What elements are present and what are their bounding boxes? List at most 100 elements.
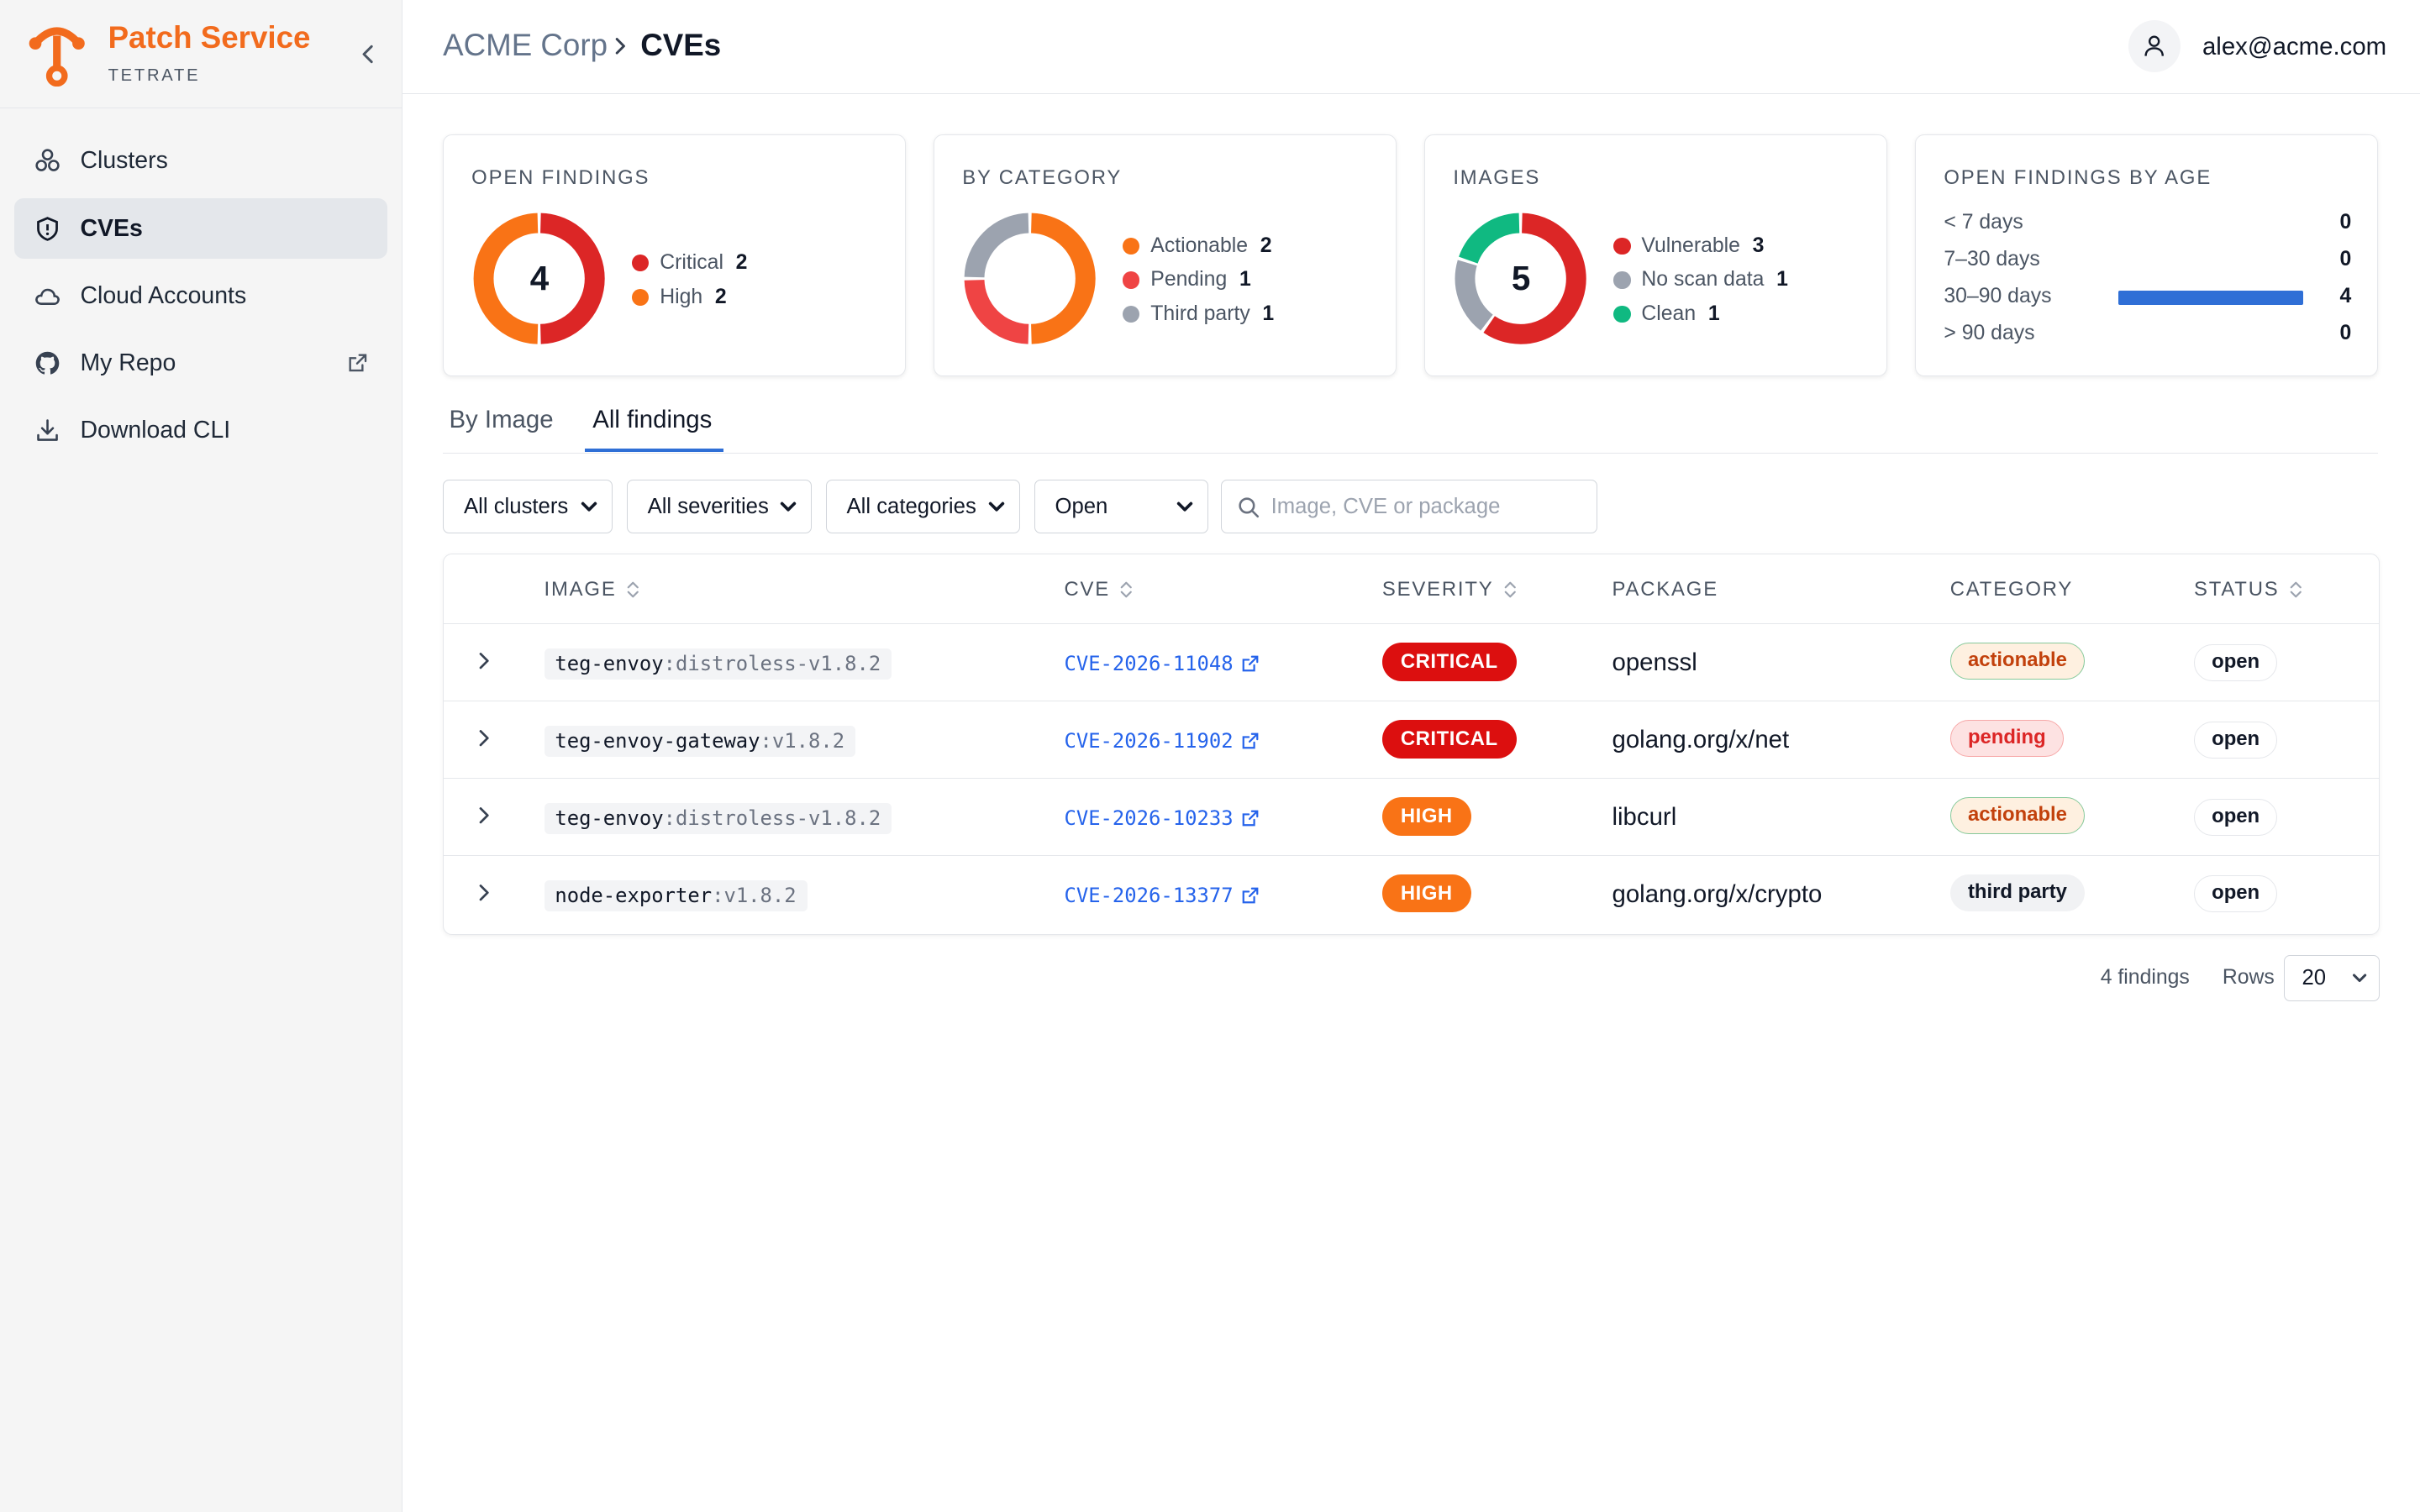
image-tag: :v1.8.2 [760, 729, 845, 753]
cve-link[interactable]: CVE-2026-13377 [1064, 884, 1259, 907]
donut-segment-actionable [1031, 213, 1097, 344]
legend-count: 3 [1752, 234, 1765, 258]
cve-link[interactable]: CVE-2026-11902 [1064, 729, 1259, 753]
category-badge: pending [1949, 719, 2064, 757]
sidebar: Patch Service TETRATE Clusters CVEs Clou… [0, 0, 403, 1512]
sidebar-item-label: Clusters [80, 147, 168, 175]
app-root: Patch Service TETRATE Clusters CVEs Clou… [0, 0, 2420, 1512]
legend-count: 2 [735, 251, 748, 275]
select-value: Open [1055, 494, 1108, 518]
images-legend: Vulnerable 3 No scan data 1 Clean 1 [1613, 229, 1788, 331]
sidebar-item-my-repo[interactable]: My Repo [14, 333, 387, 394]
sidebar-nav: Clusters CVEs Cloud Accounts My Repo Dow… [13, 131, 387, 468]
breadcrumb-parent[interactable]: ACME Corp [443, 28, 608, 63]
package-name: golang.org/x/crypto [1612, 879, 1823, 908]
table-row: teg-envoy:distroless-v1.8.2 CVE-2026-110… [444, 624, 2380, 701]
collapse-sidebar-icon[interactable] [355, 40, 382, 68]
chevron-down-icon [1176, 501, 1192, 512]
age-count: 0 [2339, 322, 2352, 345]
column-label: CVE [1064, 577, 1111, 601]
donut-total: 5 [1511, 259, 1531, 298]
user-icon [2144, 35, 2165, 57]
category-filter-select[interactable]: All categories [825, 480, 1021, 534]
search-input[interactable] [1270, 494, 1580, 519]
shield-icon [34, 215, 61, 243]
expand-row-icon[interactable] [471, 880, 496, 905]
chevron-down-icon [988, 501, 1004, 512]
sidebar-item-cves[interactable]: CVEs [13, 198, 387, 259]
search-icon [1239, 496, 1260, 517]
status-filter-select[interactable]: Open [1034, 480, 1209, 534]
cve-id: CVE-2026-10233 [1064, 806, 1234, 830]
age-row: 30–90 days 4 [1944, 279, 2351, 316]
legend-label: Actionable [1150, 234, 1249, 258]
download-icon [34, 417, 61, 444]
image-name: teg-envoy [555, 806, 664, 831]
select-value: All categories [846, 494, 976, 518]
sort-icon[interactable] [1503, 580, 1518, 599]
cluster-filter-select[interactable]: All clusters [443, 480, 613, 534]
column-header-image[interactable]: IMAGE [544, 578, 640, 601]
age-row: > 90 days 0 [1944, 316, 2351, 353]
view-tabs: By Image All findings [443, 386, 2379, 454]
images-card: IMAGES 5 Vulnerable 3 No scan data 1 Cle… [1424, 134, 1888, 377]
column-label: CATEGORY [1949, 577, 2074, 601]
legend-item: Critical 2 [632, 246, 747, 280]
column-header-cve[interactable]: CVE [1064, 578, 1133, 601]
legend-dot [1123, 305, 1140, 323]
legend-item: High 2 [632, 280, 747, 313]
open-findings-card: OPEN FINDINGS 4 Critical 2 High 2 [443, 134, 907, 377]
card-title: BY CATEGORY [962, 165, 1123, 189]
sort-icon[interactable] [2289, 580, 2303, 599]
card-title: OPEN FINDINGS [471, 165, 650, 189]
legend-count: 1 [1262, 302, 1275, 325]
cve-id: CVE-2026-13377 [1064, 883, 1234, 907]
cve-link[interactable]: CVE-2026-11048 [1064, 652, 1259, 675]
expand-row-icon[interactable] [471, 803, 496, 827]
brand-subtitle: TETRATE [108, 66, 201, 85]
sidebar-item-cloud-accounts[interactable]: Cloud Accounts [14, 266, 387, 327]
rows-per-page-select[interactable]: 20 [2284, 954, 2381, 1001]
user-email[interactable]: alex@acme.com [2202, 33, 2386, 61]
status-badge: open [2193, 643, 2278, 681]
github-icon [34, 349, 61, 377]
findings-table: IMAGE CVE SEVERITY PACKAGE CATEGORY STAT… [443, 554, 2381, 936]
cve-link[interactable]: CVE-2026-10233 [1064, 806, 1259, 830]
legend-dot [1123, 237, 1140, 255]
column-label: PACKAGE [1612, 577, 1718, 601]
external-link-icon [1242, 655, 1259, 672]
sidebar-item-label: Cloud Accounts [80, 281, 247, 309]
legend-label: No scan data [1641, 268, 1765, 291]
legend-dot [1123, 271, 1140, 289]
legend-count: 2 [1260, 234, 1272, 258]
cloud-icon [34, 282, 61, 310]
legend-item: Vulnerable 3 [1613, 229, 1788, 263]
image-reference: teg-envoy:distroless-v1.8.2 [544, 803, 892, 834]
legend-item: Clean 1 [1613, 297, 1788, 331]
sidebar-item-clusters[interactable]: Clusters [14, 131, 387, 192]
column-header-severity[interactable]: SEVERITY [1382, 578, 1517, 601]
column-label: IMAGE [544, 577, 617, 601]
card-title: IMAGES [1453, 165, 1541, 189]
by-category-donut [965, 213, 1097, 344]
external-link-icon [349, 354, 367, 372]
sidebar-item-download-cli[interactable]: Download CLI [14, 401, 387, 461]
sort-icon[interactable] [1119, 580, 1134, 599]
avatar[interactable] [2128, 19, 2181, 73]
brand-header: Patch Service TETRATE [0, 0, 402, 108]
severity-filter-select[interactable]: All severities [626, 480, 813, 534]
expand-row-icon[interactable] [471, 726, 496, 750]
select-value: All clusters [464, 494, 569, 518]
column-header-status[interactable]: STATUS [2194, 578, 2302, 601]
age-label: 30–90 days [1944, 284, 2052, 307]
age-count: 0 [2339, 210, 2352, 234]
table-row: teg-envoy:distroless-v1.8.2 CVE-2026-102… [444, 779, 2380, 856]
column-header-package: PACKAGE [1612, 578, 1718, 601]
expand-row-icon[interactable] [471, 648, 496, 673]
tab-by-image[interactable]: By Image [449, 406, 553, 434]
legend-count: 1 [1239, 268, 1251, 291]
rows-per-page-label: Rows [2222, 965, 2275, 989]
severity-badge: HIGH [1381, 796, 1471, 836]
sort-icon[interactable] [626, 580, 640, 599]
tab-all-findings[interactable]: All findings [592, 406, 712, 434]
